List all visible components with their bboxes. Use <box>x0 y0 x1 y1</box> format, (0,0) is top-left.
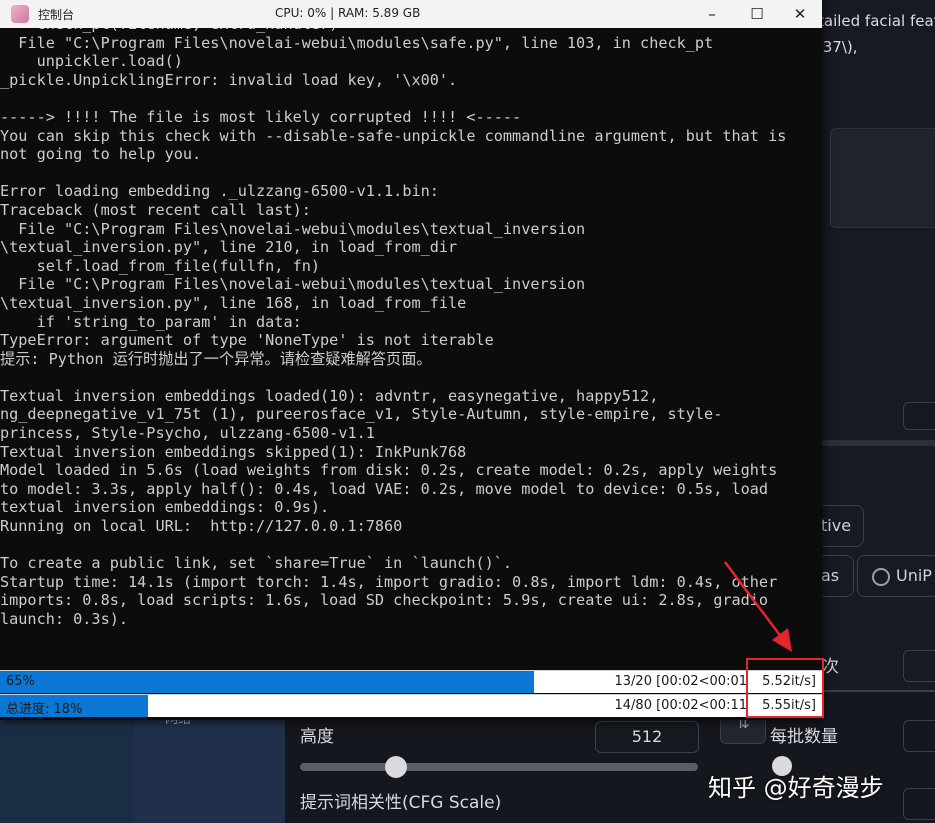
annotation-arrow-icon <box>724 561 792 652</box>
